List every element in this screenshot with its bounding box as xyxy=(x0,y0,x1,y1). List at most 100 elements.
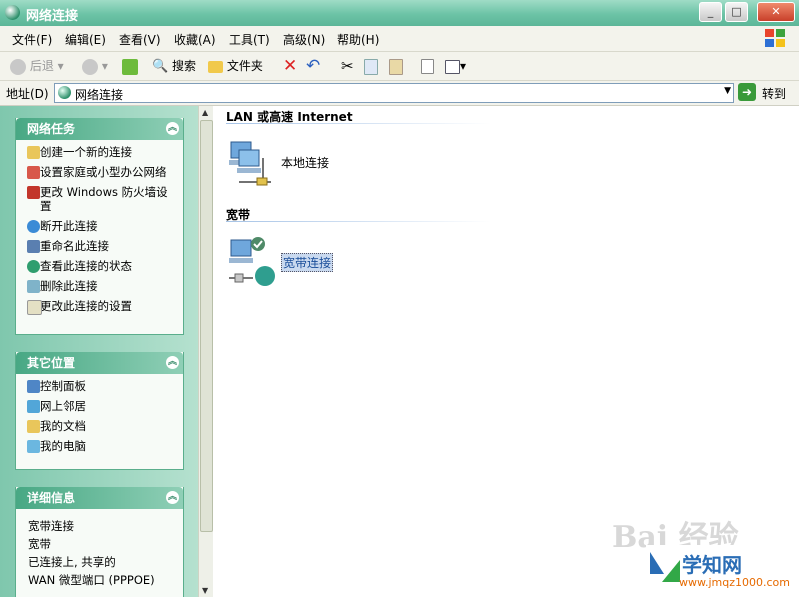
maximize-button[interactable]: □ xyxy=(725,2,748,22)
network-tasks-header[interactable]: 网络任务 ︽ xyxy=(16,118,183,140)
undo-icon: ↶ xyxy=(306,56,321,76)
copy-button[interactable] xyxy=(364,56,378,76)
chevron-down-icon[interactable]: ▼ xyxy=(724,86,731,96)
network-tasks-title: 网络任务 xyxy=(27,122,76,136)
delete-x-icon: ✕ xyxy=(283,56,298,76)
back-button[interactable]: 后退 ▾ xyxy=(10,56,64,76)
brand-name: 学知网 xyxy=(682,553,742,577)
forward-button[interactable]: ▾ xyxy=(82,56,108,76)
network-tasks-panel: 网络任务 ︽ 创建一个新的连接 设置家庭或小型办公网络 更改 Windows 防… xyxy=(15,118,184,335)
menu-tools[interactable]: 工具(T) xyxy=(229,31,270,48)
details-type: 宽带 xyxy=(28,537,51,551)
menu-favorites[interactable]: 收藏(A) xyxy=(174,31,216,48)
other-places-title: 其它位置 xyxy=(27,356,76,370)
task-create-connection[interactable]: 创建一个新的连接 xyxy=(16,145,183,159)
my-documents-icon xyxy=(27,420,40,433)
menu-edit[interactable]: 编辑(E) xyxy=(65,31,106,48)
folder-icon xyxy=(208,60,223,73)
views-button[interactable]: ▾ xyxy=(445,56,466,76)
delete-button[interactable]: ✕ xyxy=(283,56,297,76)
network-connections-icon xyxy=(58,86,71,99)
menu-bar: 文件(F) 编辑(E) 查看(V) 收藏(A) 工具(T) 高级(N) 帮助(H… xyxy=(0,26,799,52)
broadband-connection[interactable]: 宽带连接 xyxy=(227,234,367,288)
group-divider xyxy=(226,123,491,124)
paste-button[interactable] xyxy=(389,56,403,76)
disconnect-icon xyxy=(27,220,40,233)
task-label: 创建一个新的连接 xyxy=(40,145,132,159)
back-label: 后退 xyxy=(29,59,54,73)
other-places-header[interactable]: 其它位置 ︽ xyxy=(16,352,183,374)
other-places-panel: 其它位置 ︽ 控制面板 网上邻居 我的文档 我的电脑 xyxy=(15,352,184,470)
folders-button[interactable]: 文件夹 xyxy=(208,56,263,76)
scroll-down-icon[interactable]: ▼ xyxy=(202,586,208,595)
firewall-icon xyxy=(27,186,40,199)
cut-button[interactable]: ✂ xyxy=(341,56,354,76)
task-settings[interactable]: 更改此连接的设置 xyxy=(16,299,183,315)
up-folder-icon xyxy=(122,58,138,75)
control-panel-icon xyxy=(27,380,40,393)
settings-icon xyxy=(27,300,42,315)
up-button[interactable] xyxy=(122,56,138,76)
task-delete[interactable]: 删除此连接 xyxy=(16,279,183,293)
minimize-button[interactable]: _ xyxy=(699,2,722,22)
broadband-connection-icon xyxy=(229,237,275,286)
network-connections-icon xyxy=(5,5,20,20)
task-firewall[interactable]: 更改 Windows 防火墙设置 xyxy=(16,185,183,213)
address-input[interactable]: 网络连接 ▼ xyxy=(54,83,734,103)
place-control-panel[interactable]: 控制面板 xyxy=(16,379,183,393)
task-home-network[interactable]: 设置家庭或小型办公网络 xyxy=(16,165,183,179)
place-label: 控制面板 xyxy=(40,379,86,393)
back-arrow-icon xyxy=(10,58,26,75)
address-value: 网络连接 xyxy=(75,88,124,102)
scrollbar-thumb[interactable] xyxy=(200,120,213,532)
task-label: 删除此连接 xyxy=(40,279,98,293)
task-status[interactable]: 查看此连接的状态 xyxy=(16,259,183,273)
address-label: 地址(D) xyxy=(6,87,49,101)
search-button[interactable]: 🔍 搜索 xyxy=(152,56,196,76)
task-label: 设置家庭或小型办公网络 xyxy=(40,165,167,179)
go-button[interactable]: 转到 xyxy=(762,85,786,102)
window-title: 网络连接 xyxy=(26,9,79,24)
address-bar: 地址(D) 网络连接 ▼ ➜ 转到 xyxy=(0,81,799,106)
lan-connection-icon xyxy=(229,141,271,186)
brand-url: www.jmqz1000.com xyxy=(679,576,790,589)
views-grid-icon xyxy=(445,59,460,74)
scroll-up-icon[interactable]: ▲ xyxy=(202,108,208,117)
properties-icon xyxy=(421,59,434,74)
place-my-documents[interactable]: 我的文档 xyxy=(16,419,183,433)
task-label: 重命名此连接 xyxy=(40,239,109,253)
toolbar: 后退 ▾ ▾ 🔍 搜索 文件夹 ✕ ↶ ✂ ▾ xyxy=(0,52,799,81)
task-rename[interactable]: 重命名此连接 xyxy=(16,239,183,253)
details-panel: 详细信息 ︽ 宽带连接 宽带 已连接上, 共享的 WAN 微型端口 (PPPOE… xyxy=(15,487,184,597)
home-network-icon xyxy=(27,166,40,179)
menu-view[interactable]: 查看(V) xyxy=(119,31,161,48)
properties-button[interactable] xyxy=(421,56,434,76)
details-title: 详细信息 xyxy=(27,491,76,505)
forward-arrow-icon xyxy=(82,58,98,75)
menu-file[interactable]: 文件(F) xyxy=(12,31,52,48)
task-label: 更改此连接的设置 xyxy=(40,299,132,313)
collapse-icon[interactable]: ︽ xyxy=(166,491,179,504)
place-my-computer[interactable]: 我的电脑 xyxy=(16,439,183,453)
collapse-icon[interactable]: ︽ xyxy=(166,356,179,369)
task-pane-scrollbar[interactable]: ▲ ▼ xyxy=(198,106,213,597)
place-network-places[interactable]: 网上邻居 xyxy=(16,399,183,413)
details-info: 宽带连接 宽带 已连接上, 共享的 WAN 微型端口 (PPPOE) xyxy=(16,509,183,589)
search-label: 搜索 xyxy=(172,59,197,73)
place-label: 我的文档 xyxy=(40,419,86,433)
collapse-icon[interactable]: ︽ xyxy=(166,122,179,135)
go-arrow-icon[interactable]: ➜ xyxy=(738,83,756,101)
details-header[interactable]: 详细信息 ︽ xyxy=(16,487,183,509)
menu-advanced[interactable]: 高级(N) xyxy=(283,31,325,48)
task-label: 断开此连接 xyxy=(40,219,98,233)
details-status: 已连接上, 共享的 xyxy=(28,555,116,569)
details-device: WAN 微型端口 (PPPOE) xyxy=(28,573,155,587)
place-label: 我的电脑 xyxy=(40,439,86,453)
lan-connection-label: 本地连接 xyxy=(281,156,330,170)
new-connection-icon xyxy=(27,146,40,159)
task-disconnect[interactable]: 断开此连接 xyxy=(16,219,183,233)
menu-help[interactable]: 帮助(H) xyxy=(337,31,379,48)
undo-button[interactable]: ↶ xyxy=(306,56,320,76)
close-button[interactable]: ✕ xyxy=(757,2,795,22)
lan-connection[interactable]: 本地连接 xyxy=(227,138,367,188)
